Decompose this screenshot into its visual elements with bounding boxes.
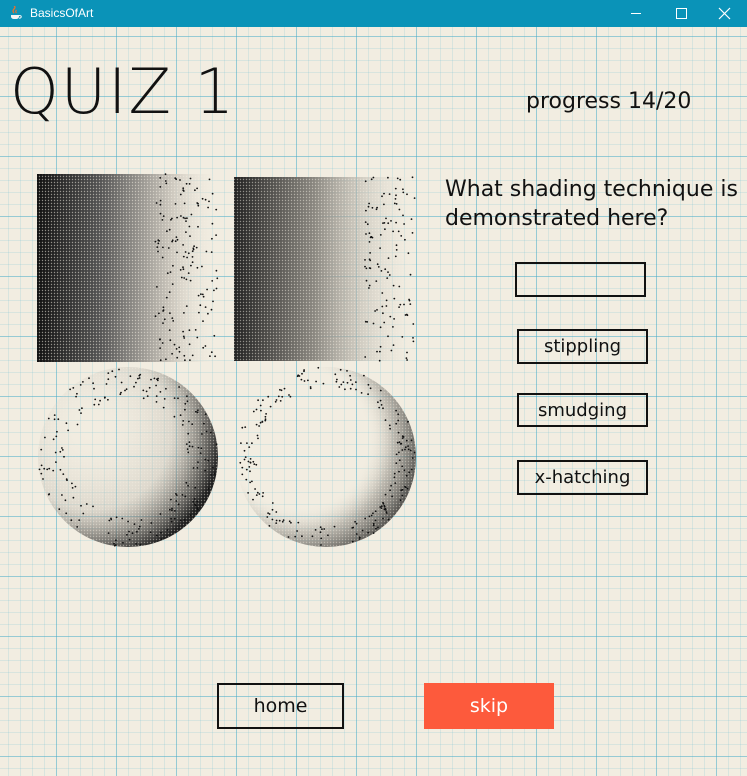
minimize-icon — [631, 13, 641, 14]
skip-button[interactable]: skip — [424, 683, 554, 729]
maximize-icon — [676, 8, 687, 19]
answer-option-1[interactable] — [515, 262, 646, 297]
progress-label: progress 14/20 — [526, 89, 692, 114]
quiz-title: QUIZ 1 — [10, 55, 237, 128]
answer-option-3[interactable]: smudging — [517, 393, 648, 427]
close-icon — [718, 7, 731, 20]
stipple-sphere-1 — [38, 367, 218, 547]
window-title: BasicsOfArt — [30, 6, 94, 20]
stippling-illustration — [37, 173, 416, 547]
stipple-square-1 — [37, 174, 219, 362]
maximize-button[interactable] — [659, 0, 705, 27]
answer-option-2[interactable]: stippling — [517, 329, 648, 364]
quiz-screen: QUIZ 1 progress 14/20 What shading techn… — [0, 27, 747, 776]
close-button[interactable] — [701, 0, 747, 27]
title-bar: BasicsOfArt — [0, 0, 747, 27]
question-text: What shading technique is demonstrated h… — [445, 177, 738, 231]
minimize-button[interactable] — [613, 0, 659, 27]
java-app-icon — [11, 6, 22, 20]
answer-option-4[interactable]: x-hatching — [517, 460, 648, 495]
home-button[interactable]: home — [217, 683, 344, 729]
shading-example-image — [35, 172, 425, 557]
